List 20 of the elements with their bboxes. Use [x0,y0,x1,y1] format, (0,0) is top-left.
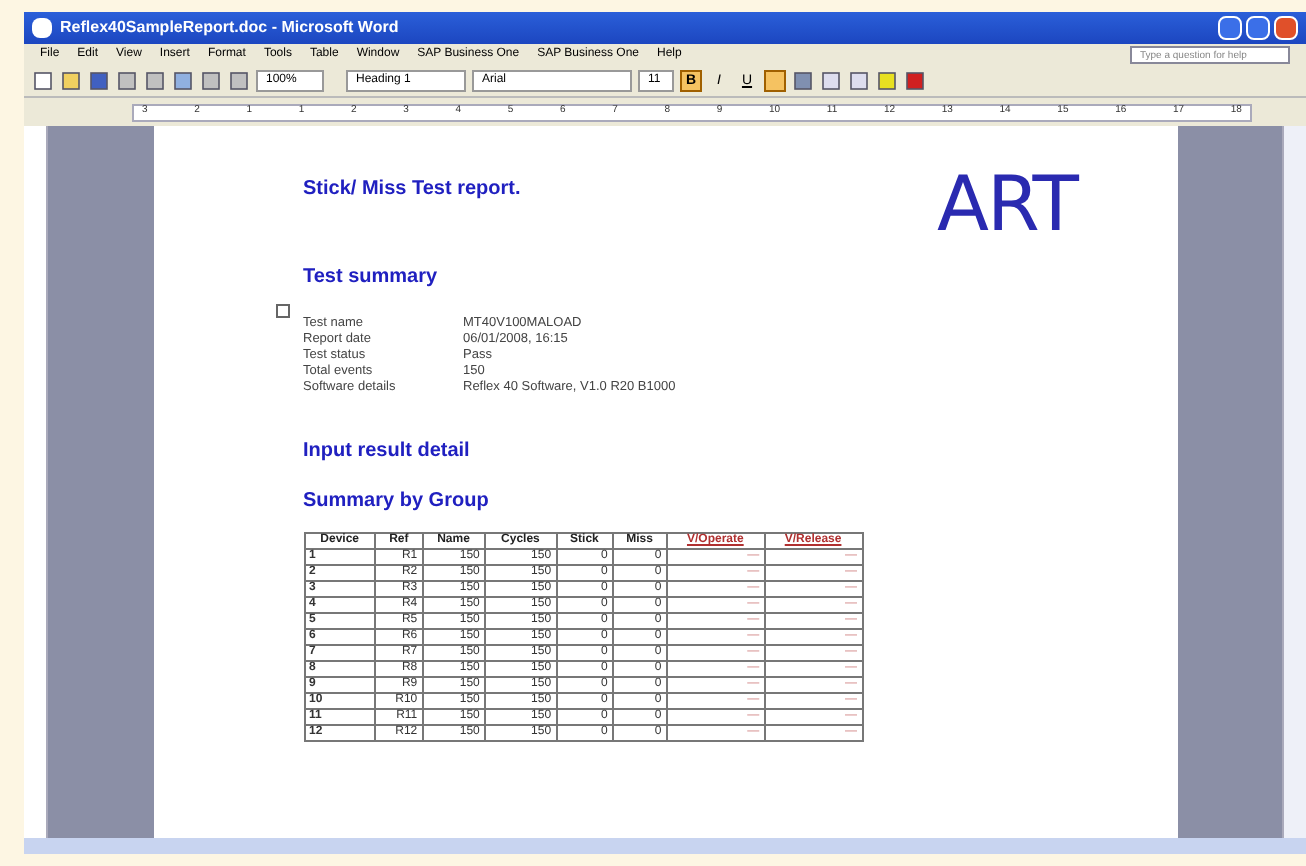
toolbar-icon[interactable] [144,70,166,92]
toolbar-icon[interactable] [60,70,82,92]
table-move-handle[interactable] [275,304,289,318]
toolbar-icon[interactable] [200,70,222,92]
toolbar-icon[interactable] [172,70,194,92]
document-title: Stick/ Miss Test report. [303,176,521,204]
section-heading: Input result detail [303,438,472,466]
window-title: Reflex40SampleReport.doc - Microsoft Word [60,16,399,40]
minimize-button[interactable] [1218,16,1242,40]
toolbar-icon[interactable] [32,70,54,92]
section-heading: Test summary [303,264,440,292]
align-left-button[interactable] [764,70,786,92]
toolbar-icon[interactable] [116,70,138,92]
toolbar-icon[interactable] [228,70,250,92]
toolbar-icon[interactable] [88,70,110,92]
section-heading: Summary by Group [303,488,491,516]
close-button[interactable] [1274,16,1298,40]
logo: ART [937,166,1077,242]
scrollbar[interactable] [1282,126,1306,838]
maximize-button[interactable] [1246,16,1270,40]
